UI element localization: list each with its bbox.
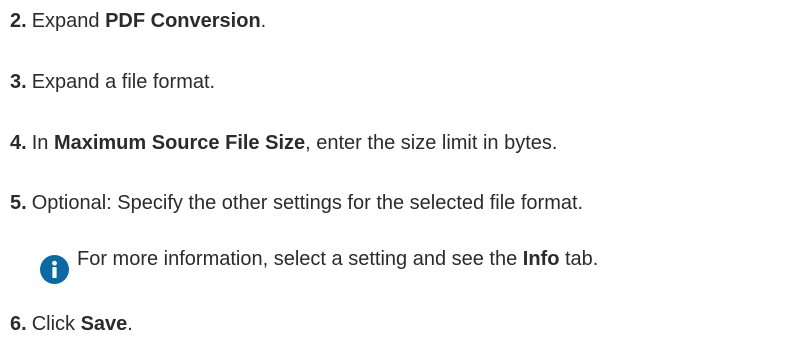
step-5: 5. Optional: Specify the other settings f… [10,191,583,215]
note-text-part: For more information, select a setting a… [77,248,523,270]
step-text: In [31,132,54,154]
step-text: Expand a file format. [31,71,216,93]
ui-term-save: Save [80,313,128,335]
step-number: 4. [10,132,27,154]
ui-term-maximum-source-file-size: Maximum Source File Size [53,132,306,154]
step-number: 6. [10,313,27,335]
step-text: Click [31,313,81,335]
step-6: 6. Click Save. [10,312,133,336]
step-number: 2. [10,10,27,32]
step-text: . [260,10,267,32]
step-4: 4. In Maximum Source File Size, enter the… [10,131,557,155]
step-text: . [127,313,133,335]
step-2: 2. Expand PDF Conversion. [10,9,266,33]
step-number: 3. [10,71,27,93]
info-icon [40,255,69,284]
step-text: , enter the size limit in bytes. [305,132,558,154]
step-text: Expand [31,10,106,32]
note-text-part: tab. [559,248,599,270]
step-text: Optional: Specify the other settings for… [31,192,584,214]
step-3: 3. Expand a file format. [10,70,215,94]
info-note-text: For more information, select a setting a… [77,247,598,271]
step-number: 5. [10,192,27,214]
ui-term-info-tab: Info [522,248,560,270]
ui-term-pdf-conversion: PDF Conversion [105,10,261,32]
procedure-steps: 2. Expand PDF Conversion. 3. Expand a file… [0,0,797,348]
